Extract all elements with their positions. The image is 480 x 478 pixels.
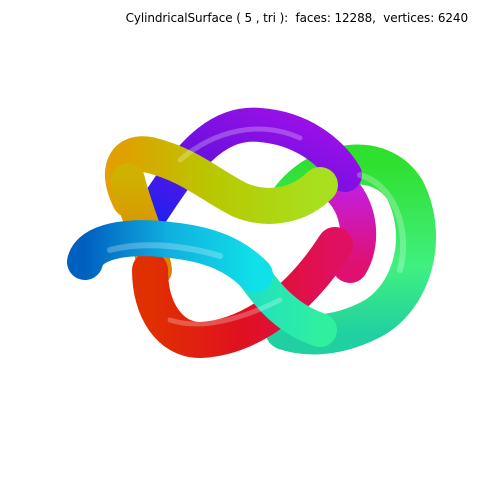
knot-render — [67, 107, 436, 359]
